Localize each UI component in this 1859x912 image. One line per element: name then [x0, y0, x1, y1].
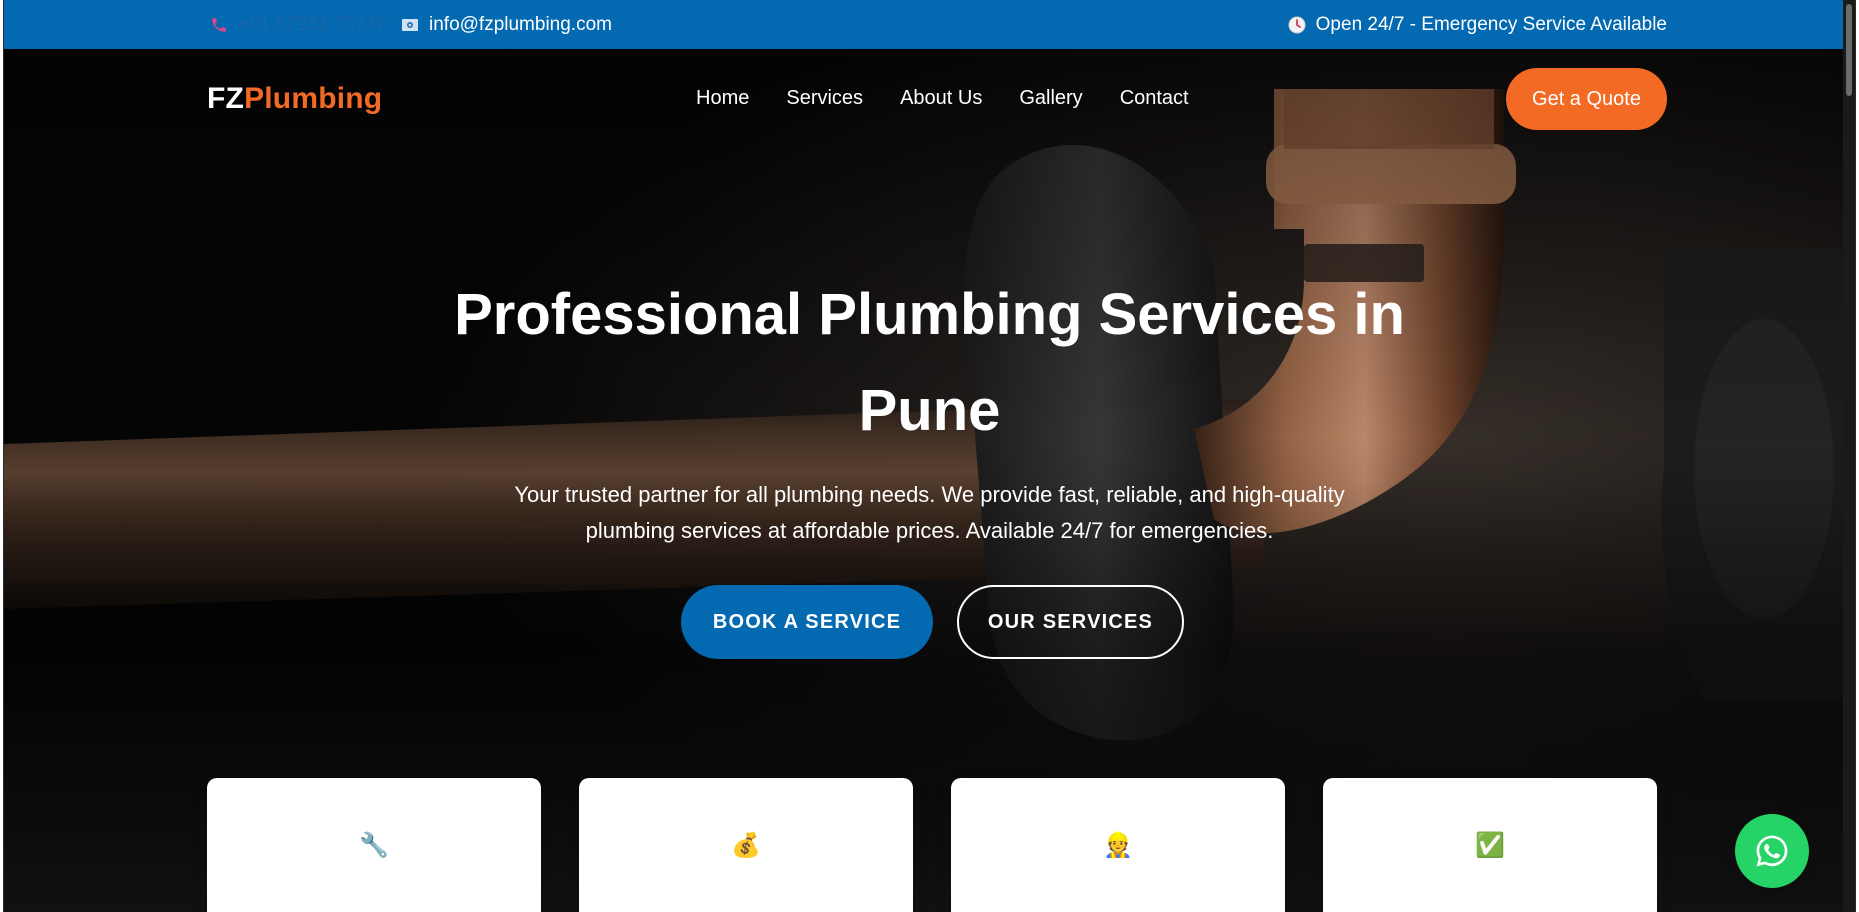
wrench-icon: 🔧	[359, 832, 389, 859]
email-icon	[401, 17, 419, 33]
topbar-email[interactable]: info@fzplumbing.com	[401, 14, 612, 36]
hero-title: Professional Plumbing Services in Pune	[4, 267, 1855, 459]
hero-title-line-1: Professional Plumbing Services in	[454, 282, 1405, 347]
hero-subtitle: Your trusted partner for all plumbing ne…	[4, 477, 1855, 549]
scrollbar-thumb[interactable]	[1846, 4, 1852, 96]
money-bag-icon: 💰	[731, 832, 761, 859]
logo-part-plumbing: Plumbing	[244, 82, 383, 115]
top-info-bar: +91 87931 72747 info@fzplumbing.com Open…	[4, 0, 1855, 49]
nav-gallery[interactable]: Gallery	[1019, 87, 1082, 110]
topbar-phone[interactable]: +91 87931 72747	[210, 14, 386, 36]
nav-contact[interactable]: Contact	[1120, 87, 1189, 110]
hero-subtitle-line-1: Your trusted partner for all plumbing ne…	[514, 482, 1345, 507]
worker-icon: 👷	[1103, 832, 1133, 859]
main-navigation: FZPlumbing Home Services About Us Galler…	[4, 49, 1855, 149]
clock-icon	[1288, 16, 1306, 34]
feature-card: 💰	[579, 778, 913, 912]
check-mark-icon: ✅	[1475, 832, 1505, 859]
whatsapp-button[interactable]	[1735, 814, 1809, 888]
phone-icon	[210, 16, 228, 34]
topbar-hours: Open 24/7 - Emergency Service Available	[1288, 14, 1667, 36]
feature-card: ✅	[1323, 778, 1657, 912]
nav-about-us[interactable]: About Us	[900, 87, 982, 110]
feature-card: 👷	[951, 778, 1285, 912]
nav-home[interactable]: Home	[696, 87, 749, 110]
email-address: info@fzplumbing.com	[429, 14, 612, 35]
get-a-quote-button[interactable]: Get a Quote	[1506, 68, 1667, 130]
book-a-service-button[interactable]: BOOK A SERVICE	[681, 585, 933, 659]
nav-menu: Home Services About Us Gallery Contact	[696, 87, 1189, 110]
whatsapp-icon	[1756, 835, 1788, 867]
phone-number: +91 87931 72747	[238, 14, 387, 35]
nav-services[interactable]: Services	[786, 87, 863, 110]
page-scrollbar[interactable]	[1843, 0, 1855, 912]
our-services-button[interactable]: OUR SERVICES	[957, 585, 1184, 659]
site-logo[interactable]: FZPlumbing	[207, 82, 382, 116]
logo-part-fz: FZ	[207, 82, 245, 115]
page: +91 87931 72747 info@fzplumbing.com Open…	[3, 0, 1856, 912]
hours-text: Open 24/7 - Emergency Service Available	[1315, 14, 1667, 35]
feature-card: 🔧	[207, 778, 541, 912]
hero-title-line-2: Pune	[858, 378, 1001, 443]
hero-subtitle-line-2: plumbing services at affordable prices. …	[585, 518, 1274, 543]
